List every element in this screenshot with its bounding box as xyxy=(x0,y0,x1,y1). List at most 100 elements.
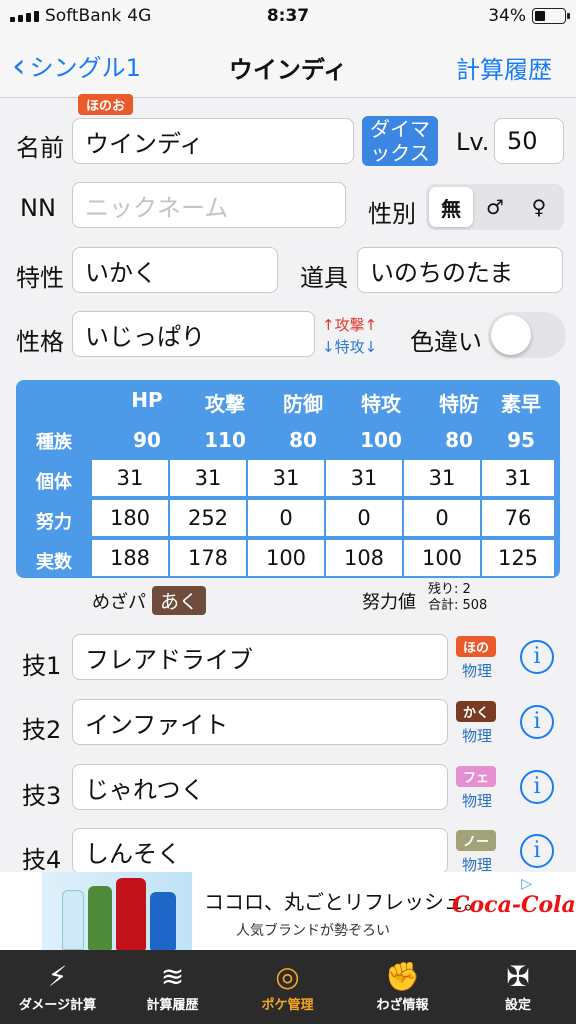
gender-option-none[interactable]: 無 xyxy=(429,187,473,227)
ad-brand-logo: Coca-Cola xyxy=(452,892,576,918)
level-label: Lv. xyxy=(456,128,490,156)
stats-header-row: HP 攻撃 防御 特攻 特防 素早 xyxy=(16,380,560,420)
tab-poke-manage[interactable]: ◎ ポケ管理 xyxy=(230,950,345,1024)
row-label-base: 種族 xyxy=(36,432,72,453)
info-icon[interactable]: i xyxy=(520,834,554,868)
item-value: いのちのたま xyxy=(370,258,514,287)
ev-cell[interactable]: 0 xyxy=(404,500,480,536)
pokemon-type-badge: ほのお xyxy=(78,94,134,115)
base-stat: 80 xyxy=(289,428,317,452)
info-icon[interactable]: i xyxy=(520,705,554,739)
tab-settings[interactable]: ✠ 設定 xyxy=(460,950,576,1024)
gender-selector[interactable]: 無 ♂ ♀ xyxy=(426,184,564,230)
tab-label: わざ情報 xyxy=(376,998,429,1013)
nature-up: ↑攻撃↑ xyxy=(322,316,378,334)
move-type-badge: かく xyxy=(456,701,497,722)
base-stat: 90 xyxy=(133,428,161,452)
iv-cell[interactable]: 31 xyxy=(404,460,480,496)
stat-header: 素早 xyxy=(501,392,541,416)
move-label: 技4 xyxy=(22,846,62,874)
history-button[interactable]: 計算履歴 xyxy=(456,50,552,85)
move-label: 技2 xyxy=(22,716,62,744)
ev-cell[interactable]: 180 xyxy=(92,500,168,536)
ev-summary: 残り: 2 合計: 508 xyxy=(428,582,487,614)
nickname-label: NN xyxy=(20,194,56,222)
shiny-label: 色違い xyxy=(410,328,482,356)
row-label-iv: 個体 xyxy=(36,472,72,493)
base-stats-row: 種族 90 110 80 100 80 95 xyxy=(16,420,560,460)
shiny-toggle[interactable] xyxy=(488,312,566,358)
move-name: インファイト xyxy=(85,710,229,739)
move-field[interactable]: しんそく xyxy=(72,828,448,874)
dynamax-button[interactable]: ダイマックス xyxy=(362,116,438,166)
move-category: 物理 xyxy=(462,792,493,810)
lightning-icon: ⚡ xyxy=(47,960,68,993)
iv-cell[interactable]: 31 xyxy=(92,460,168,496)
nature-modifiers: ↑攻撃↑ ↓特攻↓ xyxy=(322,314,377,358)
item-label: 道具 xyxy=(300,264,348,292)
tab-history[interactable]: ≋ 計算履歴 xyxy=(115,950,230,1024)
move-field[interactable]: じゃれつく xyxy=(72,764,448,810)
gender-option-male[interactable]: ♂ xyxy=(473,187,517,227)
info-icon[interactable]: i xyxy=(520,770,554,804)
nickname-placeholder: ニックネーム xyxy=(85,193,229,222)
move-name: じゃれつく xyxy=(85,775,205,804)
row-label-ev: 努力 xyxy=(36,512,72,533)
hidden-power: めざパ あく xyxy=(92,586,207,615)
ad-banner[interactable]: ココロ、丸ごとリフレッシュ。 人気ブランドが勢ぞろい Coca-Cola ▷ xyxy=(0,872,576,950)
nature-down: ↓特攻↓ xyxy=(322,338,378,356)
move-field[interactable]: インファイト xyxy=(72,699,448,745)
battery-percent: 34% xyxy=(488,6,526,26)
ring-icon: ◎ xyxy=(275,960,300,993)
iv-cell[interactable]: 31 xyxy=(170,460,246,496)
iv-cell[interactable]: 31 xyxy=(482,460,554,496)
ability-label: 特性 xyxy=(16,264,64,292)
adchoices-icon[interactable]: ▷ xyxy=(521,876,532,892)
base-stat: 110 xyxy=(204,428,246,452)
info-icon[interactable]: i xyxy=(520,640,554,674)
ad-product-image xyxy=(42,872,192,950)
move-name: しんそく xyxy=(85,839,181,868)
move-category: 物理 xyxy=(462,662,493,680)
tab-move-info[interactable]: ✊ わざ情報 xyxy=(345,950,460,1024)
tab-label: ポケ管理 xyxy=(261,998,314,1013)
tab-label: 計算履歴 xyxy=(146,998,199,1013)
tab-damage-calc[interactable]: ⚡ ダメージ計算 xyxy=(0,950,115,1024)
ev-cell[interactable]: 0 xyxy=(326,500,402,536)
ev-total: 合計: 508 xyxy=(428,598,488,613)
ad-subline: 人気ブランドが勢ぞろい xyxy=(236,923,390,939)
item-field[interactable]: いのちのたま xyxy=(357,247,563,293)
ability-field[interactable]: いかく xyxy=(72,247,278,293)
stats-grid: 31 31 31 31 31 31 180 252 0 0 0 76 188 178 100 108 100 12… xyxy=(92,460,558,576)
row-label-actual: 実数 xyxy=(36,552,72,573)
battery-info: 34% xyxy=(488,6,570,26)
name-field[interactable]: ウインディ xyxy=(72,118,354,164)
nature-field[interactable]: いじっぱり xyxy=(72,311,315,357)
gender-option-female[interactable]: ♀ xyxy=(517,187,561,227)
gender-label: 性別 xyxy=(368,200,416,228)
ev-cell[interactable]: 76 xyxy=(482,500,554,536)
level-field[interactable]: 50 xyxy=(494,118,564,164)
nickname-field[interactable]: ニックネーム xyxy=(72,182,346,228)
ev-cell[interactable]: 252 xyxy=(170,500,246,536)
iv-cell[interactable]: 31 xyxy=(326,460,402,496)
ev-remaining: 残り: 2 xyxy=(428,582,471,597)
tab-label: 設定 xyxy=(504,998,531,1013)
tab-bar: ⚡ ダメージ計算 ≋ 計算履歴 ◎ ポケ管理 ✊ わざ情報 ✠ 設定 xyxy=(0,950,576,1024)
hidden-power-label: めざパ xyxy=(92,591,146,613)
ev-cell[interactable]: 0 xyxy=(248,500,324,536)
iv-cell[interactable]: 31 xyxy=(248,460,324,496)
actual-cell: 125 xyxy=(482,540,554,576)
stat-header: 攻撃 xyxy=(205,392,245,416)
nature-value: いじっぱり xyxy=(85,322,205,351)
actual-cell: 178 xyxy=(170,540,246,576)
actual-cell: 100 xyxy=(404,540,480,576)
hidden-power-type[interactable]: あく xyxy=(152,586,207,615)
actual-cell: 188 xyxy=(92,540,168,576)
stat-header: 防御 xyxy=(283,392,323,416)
stat-header: HP xyxy=(131,388,163,412)
navigation-bar: ‹ シングル1 ウインディ 計算履歴 xyxy=(0,34,576,98)
move-name: フレアドライブ xyxy=(85,645,253,674)
move-field[interactable]: フレアドライブ xyxy=(72,634,448,680)
move-type-badge: フェ xyxy=(456,766,497,787)
